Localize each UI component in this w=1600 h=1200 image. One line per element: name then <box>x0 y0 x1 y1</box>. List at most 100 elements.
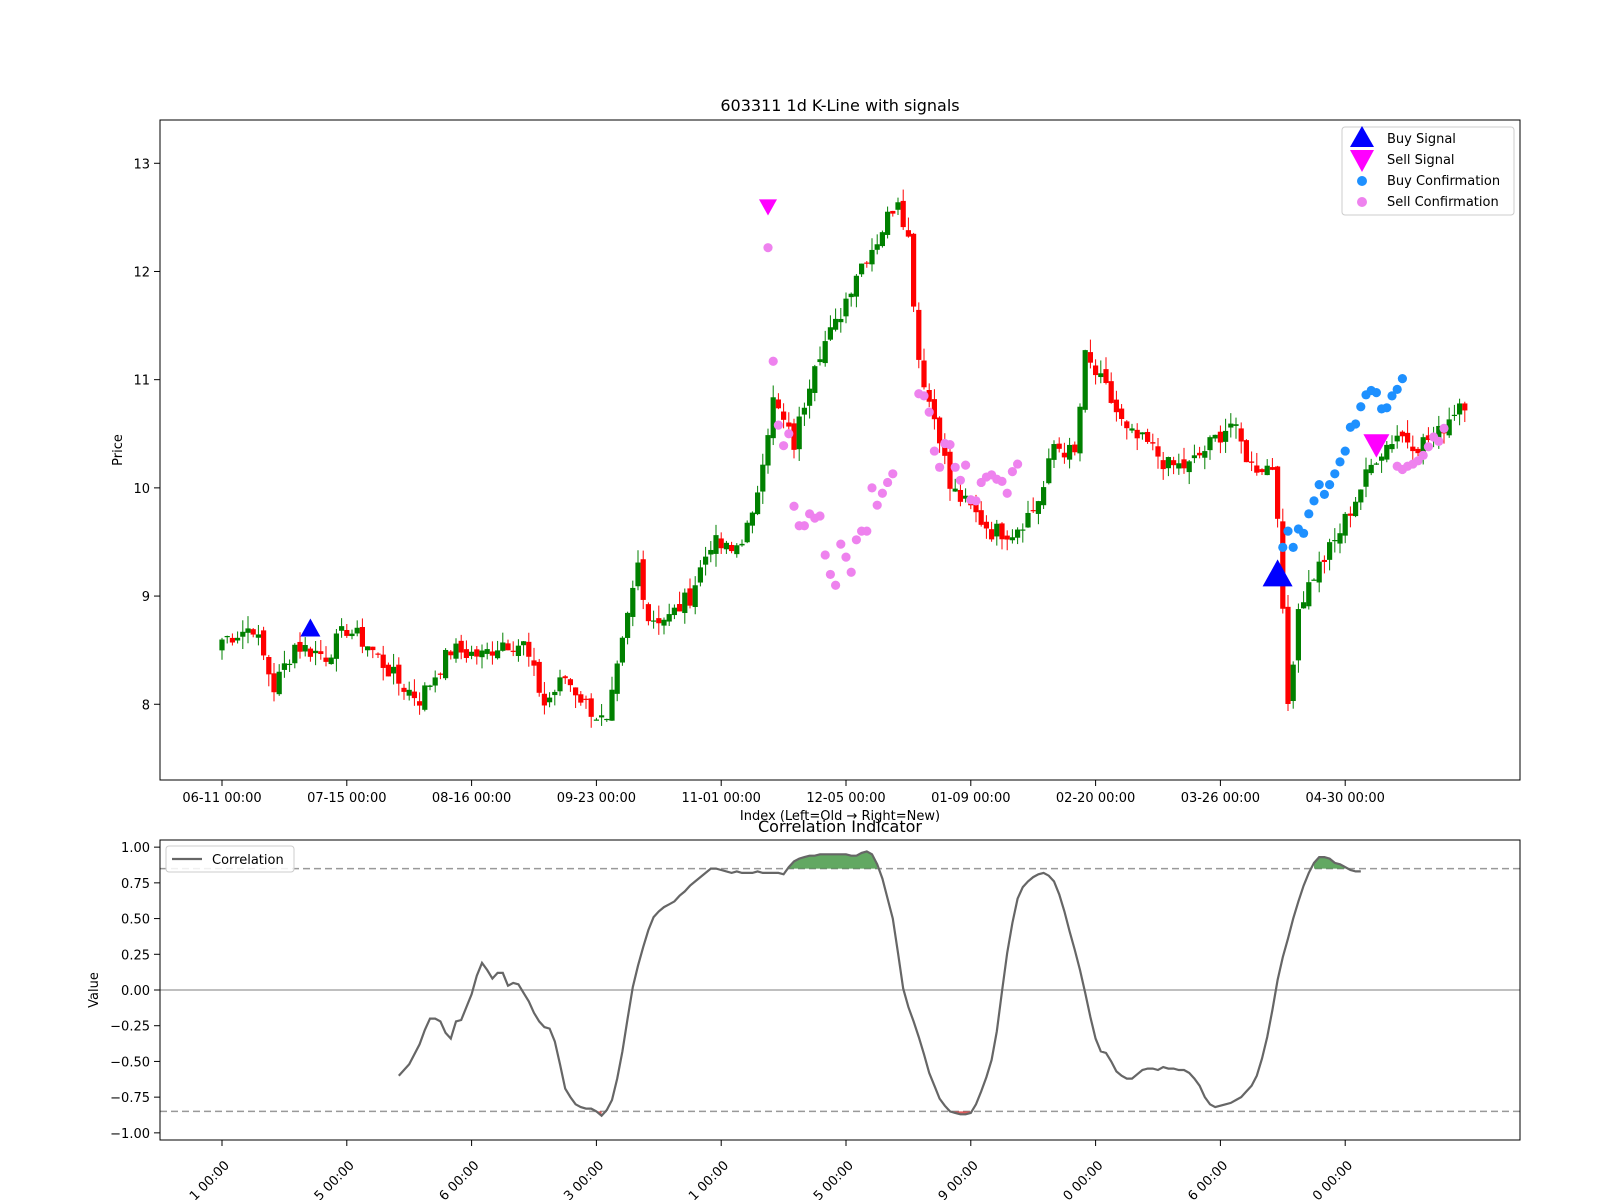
candle-body <box>1223 430 1229 442</box>
buy-signal-marker <box>300 618 321 637</box>
candle-body <box>859 263 865 275</box>
candle-body <box>479 650 485 658</box>
x-tick-label: 5 00:00 <box>312 1158 358 1200</box>
candle-body <box>796 416 802 450</box>
candle-body <box>1238 428 1244 442</box>
candle-body <box>765 435 771 466</box>
candle-body <box>781 411 787 420</box>
y-tick-label: −0.75 <box>110 1091 150 1106</box>
candle-body <box>328 657 334 665</box>
candle-body <box>541 693 547 706</box>
buy-confirmation-point <box>1288 542 1298 552</box>
sell-confirmation-point <box>935 462 945 472</box>
candle-body <box>1451 414 1457 417</box>
sell-confirmation-point <box>955 475 966 485</box>
candle-body <box>1457 403 1463 415</box>
candle-body <box>671 607 677 616</box>
buy-confirmation-point <box>1304 509 1314 519</box>
candle-body <box>687 588 693 606</box>
buy-confirmation-point <box>1392 384 1402 395</box>
sell-confirmation-point <box>836 539 846 549</box>
candle-body <box>489 651 495 656</box>
candle-body <box>1337 533 1343 544</box>
candle-body <box>864 262 870 264</box>
candle-body <box>989 529 995 540</box>
candle-body <box>385 664 391 677</box>
candle-body <box>1061 452 1067 458</box>
candle-body <box>307 648 313 657</box>
x-tick-label: 1 00:00 <box>187 1158 233 1200</box>
candle-body <box>432 677 438 686</box>
candle-body <box>469 651 475 656</box>
figure: 603311 1d K-Line with signals 8 9 10 11 12 13… <box>87 96 1521 1200</box>
y-tick-label: 1.00 <box>121 841 150 856</box>
candle-body <box>235 637 241 641</box>
legend-sell-confirmation: Sell Confirmation <box>1387 195 1499 210</box>
candle-body <box>318 651 324 655</box>
sell-confirmation-point <box>825 569 836 580</box>
sell-confirmation-point <box>872 500 882 510</box>
x-tick-label: 09-23 00:00 <box>557 791 636 806</box>
candle-body <box>1197 452 1203 456</box>
candle-body <box>1280 521 1286 609</box>
sell-confirmation-point <box>1418 450 1428 461</box>
candle-body <box>292 644 298 664</box>
sell-confirmation-point <box>799 521 810 531</box>
candle-body <box>281 663 287 670</box>
candle-body <box>853 275 859 297</box>
candle-body <box>344 630 350 636</box>
candle-body <box>822 341 828 364</box>
candle-body <box>1264 465 1270 476</box>
candle-body <box>349 633 355 637</box>
candle-body <box>718 538 724 549</box>
candle-body <box>911 233 917 307</box>
candle-body <box>677 604 683 612</box>
candle-body <box>526 641 532 657</box>
candle-body <box>1368 464 1374 474</box>
sell-confirmation-point <box>1423 442 1433 452</box>
candle-body <box>1098 373 1104 378</box>
candle-body <box>515 645 521 657</box>
candle-body <box>1093 365 1099 376</box>
candle-body <box>567 679 573 686</box>
buy-confirmation-point <box>1283 526 1293 536</box>
candle-body <box>812 366 818 393</box>
x-tick-label: 06-11 00:00 <box>182 791 261 806</box>
buy-signal-marker <box>1262 559 1293 587</box>
candle-body <box>1020 529 1026 531</box>
sell-confirmation-point <box>1007 467 1018 477</box>
sell-confirmation-point <box>851 535 862 545</box>
candle-body <box>833 318 839 330</box>
candle-body <box>978 510 984 525</box>
sell-confirmation-legend-icon <box>1357 197 1367 207</box>
candle-body <box>271 673 277 693</box>
candle-body <box>651 620 657 622</box>
sell-signal-marker <box>759 199 777 216</box>
candle-body <box>1321 559 1327 562</box>
legend-sell-signal: Sell Signal <box>1387 153 1455 168</box>
buy-confirmation-point <box>1340 446 1350 456</box>
candle-body <box>599 715 605 718</box>
chart-title: 603311 1d K-Line with signals <box>720 96 959 115</box>
candle-body <box>396 664 402 684</box>
candle-body <box>1134 429 1140 439</box>
candle-body <box>1051 444 1057 460</box>
x-tick-label: 04-30 00:00 <box>1306 791 1385 806</box>
candle-body <box>1025 512 1031 528</box>
buy-confirmation-point <box>1314 480 1324 490</box>
x-tick-label: 3 00:00 <box>561 1158 607 1200</box>
candle-body <box>1269 467 1275 470</box>
candle-body <box>531 660 537 666</box>
candle-body <box>463 649 469 659</box>
buy-confirmation-point <box>1397 373 1407 384</box>
candle-body <box>1332 540 1338 542</box>
candle-body <box>1009 537 1015 541</box>
candle-body <box>333 633 339 659</box>
sell-confirmation-point <box>950 462 960 472</box>
candle-body <box>1228 423 1234 428</box>
sell-confirmation-point <box>883 477 893 488</box>
buy-confirmation-point <box>1299 528 1309 538</box>
y-tick-label: 0.25 <box>121 948 150 963</box>
y-tick-label: −0.50 <box>110 1055 150 1070</box>
candle-body <box>1233 424 1239 426</box>
